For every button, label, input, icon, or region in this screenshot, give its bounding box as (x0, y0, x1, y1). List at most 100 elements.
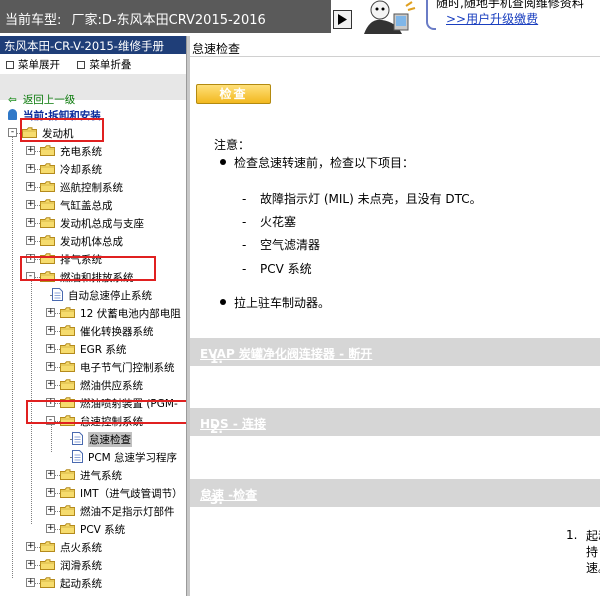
expand-node-icon[interactable]: + (46, 326, 55, 335)
tree-item-fuel-indicator[interactable]: + 燃油不足指示灯部件 (0, 502, 186, 520)
folder-icon (40, 577, 55, 588)
tree-item-label: 进气系统 (80, 470, 122, 482)
folder-icon (40, 541, 55, 552)
tree-item-label: 12 伏蓄电池内部电阻 (80, 308, 181, 320)
expand-node-icon[interactable]: + (46, 380, 55, 389)
tree-item-label: PCV 系统 (80, 524, 126, 536)
tree-item-catalytic[interactable]: + 催化转换器系统 (0, 322, 186, 340)
vehicle-label: 当前车型: (5, 13, 62, 28)
collapse-node-icon[interactable]: - (8, 128, 17, 137)
check-item: - PCV 系统 (242, 262, 312, 276)
tree-item-idle-check[interactable]: 怠速检查 (0, 430, 186, 448)
page: { "header": { "vehicle_label": "当前车型:", … (0, 0, 600, 596)
tree-item-cruise[interactable]: + 巡航控制系统 (0, 178, 186, 196)
tree-item-pcv[interactable]: + PCV 系统 (0, 520, 186, 538)
substep-number: 1. (566, 528, 578, 542)
tree-item-auto-idle[interactable]: 自动怠速停止系统 (0, 286, 186, 304)
back-arrow-icon: ⇦ (8, 94, 17, 106)
folder-icon (60, 325, 75, 336)
step-header-2[interactable]: 2. HDS - 连接 (190, 408, 600, 436)
back-link[interactable]: ⇦ 返回上一级 (8, 92, 75, 107)
tree-item-label: 气缸盖总成 (60, 200, 113, 212)
expand-node-icon[interactable]: + (46, 362, 55, 371)
tree-item-label: 润滑系统 (60, 560, 102, 572)
note-bullet: 检查怠速转速前，检查以下项目： (220, 154, 414, 171)
step-link[interactable]: 怠速 -检查 (200, 488, 257, 502)
folder-icon (40, 559, 55, 570)
step-header-1[interactable]: 1. EVAP 炭罐净化阀连接器 - 断开 (190, 338, 600, 366)
expand-node-icon[interactable]: + (26, 542, 35, 551)
folder-icon (60, 505, 75, 516)
tree-item-engine-assy[interactable]: + 发动机总成与支座 (0, 214, 186, 232)
tree-item-label: 发动机体总成 (60, 236, 123, 248)
expand-node-icon[interactable]: + (26, 578, 35, 587)
expand-node-icon[interactable]: + (46, 488, 55, 497)
expand-node-icon[interactable]: + (26, 146, 35, 155)
folder-icon (60, 307, 75, 318)
check-item: - 空气滤清器 (242, 238, 321, 252)
tree-item-label: PCM 怠速学习程序 (88, 452, 178, 464)
folder-icon (60, 361, 75, 372)
tree-item-egr[interactable]: + EGR 系统 (0, 340, 186, 358)
highlight-box (20, 256, 156, 281)
folder-icon (40, 217, 55, 228)
step-header-3[interactable]: 3. 怠速 -检查 (190, 479, 600, 507)
folder-icon (40, 181, 55, 192)
expand-node-icon[interactable]: + (46, 470, 55, 479)
tree-item-label: 催化转换器系统 (80, 326, 154, 338)
folder-icon (40, 145, 55, 156)
toggle-panel-button[interactable] (333, 10, 352, 29)
expand-node-icon[interactable]: + (46, 524, 55, 533)
tree-item-throttle[interactable]: + 电子节气门控制系统 (0, 358, 186, 376)
expand-node-icon[interactable]: + (26, 200, 35, 209)
tree-item-lubrication[interactable]: + 润滑系统 (0, 556, 186, 574)
tree-item-ignition[interactable]: + 点火系统 (0, 538, 186, 556)
tree-item-engine-block[interactable]: + 发动机体总成 (0, 232, 186, 250)
location-icon (8, 109, 17, 120)
tree-item-cooling[interactable]: + 冷却系统 (0, 160, 186, 178)
tree-item-fuel-supply[interactable]: + 燃油供应系统 (0, 376, 186, 394)
tree-item-intake[interactable]: + 进气系统 (0, 466, 186, 484)
folder-icon (40, 235, 55, 246)
expand-all-button[interactable]: 菜单展开 (6, 59, 60, 71)
expand-node-icon[interactable]: + (46, 506, 55, 515)
highlight-box (20, 118, 104, 142)
play-arrow-icon (338, 14, 347, 25)
expand-node-icon[interactable]: + (46, 308, 55, 317)
collapse-all-button[interactable]: 菜单折叠 (77, 59, 131, 71)
tree-item-label: 充电系统 (60, 146, 102, 158)
tree-item-charging[interactable]: + 充电系统 (0, 142, 186, 160)
manual-title: 东风本田-CR-V-2015-维修手册 (0, 36, 186, 54)
tree-item-label: IMT（进气歧管调节） (80, 488, 183, 500)
tree-item-label: 怠速检查 (88, 432, 132, 447)
upgrade-link[interactable]: >>用户升级缴费 (446, 10, 538, 27)
substep-text: 起动 持 速。 (586, 529, 600, 575)
check-button[interactable]: 检查 (196, 84, 271, 104)
folder-icon (60, 523, 75, 534)
document-icon (52, 288, 63, 301)
content-pane: 怠速检查 检查 注意： 检查怠速转速前，检查以下项目： - 故障指示灯 (MIL)… (190, 36, 600, 596)
tree-item-imt[interactable]: + IMT（进气歧管调节） (0, 484, 186, 502)
tree-item-pcm-idle[interactable]: PCM 怠速学习程序 (0, 448, 186, 466)
tree-item-starting[interactable]: + 起动系统 (0, 574, 186, 592)
sidebar: 东风本田-CR-V-2015-维修手册 菜单展开 菜单折叠 ⇦ 返回上一级 当前:… (0, 36, 186, 596)
expand-node-icon[interactable]: + (26, 236, 35, 245)
tree-item-label: 起动系统 (60, 578, 102, 590)
tree-item-label: 巡航控制系统 (60, 182, 123, 194)
expand-node-icon[interactable]: + (26, 560, 35, 569)
folder-icon (60, 487, 75, 498)
expand-node-icon[interactable]: + (46, 344, 55, 353)
tree-item-battery-12v[interactable]: +12 伏蓄电池内部电阻 (0, 304, 186, 322)
tree-item-label: 发动机总成与支座 (60, 218, 144, 230)
document-icon (72, 450, 83, 463)
step-link[interactable]: EVAP 炭罐净化阀连接器 - 断开 (200, 347, 372, 361)
expand-node-icon[interactable]: + (26, 218, 35, 227)
folder-icon (60, 379, 75, 390)
expand-node-icon[interactable]: + (26, 164, 35, 173)
tree-item-label: 点火系统 (60, 542, 102, 554)
expand-node-icon[interactable]: + (26, 182, 35, 191)
tree-item-label: EGR 系统 (80, 344, 127, 356)
check-item: - 火花塞 (242, 215, 297, 229)
page-title: 怠速检查 (192, 42, 241, 56)
tree-item-cyl-head[interactable]: + 气缸盖总成 (0, 196, 186, 214)
